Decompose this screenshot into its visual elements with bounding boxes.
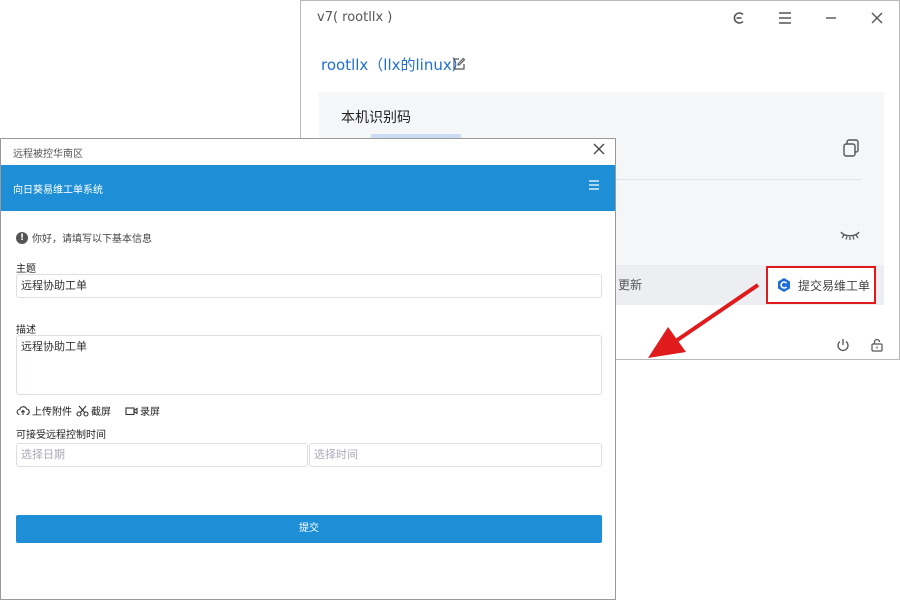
upload-label: 上传附件 [32,407,72,418]
update-label[interactable]: 更新 [618,276,642,293]
device-id-label: 本机识别码 [341,110,411,126]
scissors-icon [76,405,89,417]
lock-icon[interactable] [870,337,884,352]
submit-ticket-label: 提交易维工单 [798,278,871,293]
power-icon[interactable] [836,337,850,352]
screenshot-label: 截屏 [91,407,111,418]
description-value: 远程协助工单 [21,340,87,353]
description-label: 描述 [16,325,36,336]
close-icon[interactable] [865,6,889,30]
submit-ticket-button[interactable]: 提交易维工单 [766,266,876,304]
description-textarea[interactable]: 远程协助工单 [16,335,602,395]
subject-value: 远程协助工单 [21,279,87,292]
subject-label: 主题 [16,264,36,275]
record-label: 录屏 [140,407,160,418]
cloud-upload-icon [16,406,30,416]
app-header: 向日葵易维工单系统 [1,165,615,211]
copy-icon[interactable] [841,138,861,158]
time-picker[interactable]: 选择时间 [309,443,602,467]
upload-attachment-button[interactable]: 上传附件 [16,403,72,418]
record-screen-button[interactable]: 录屏 [125,403,160,418]
exclamation-icon: ! [16,231,28,244]
minimize-icon[interactable] [819,6,843,30]
video-camera-icon [125,406,138,415]
form-notice: ! 你好，请填写以下基本信息 [16,230,152,245]
submit-button[interactable]: 提交 [16,515,602,543]
subject-input[interactable]: 远程协助工单 [16,274,602,298]
edit-icon[interactable] [452,56,468,72]
hamburger-menu-icon[interactable] [773,6,797,30]
time-label: 可接受远程控制时间 [16,430,106,441]
app-title: 向日葵易维工单系统 [13,185,103,196]
e-icon[interactable] [727,6,751,30]
date-placeholder: 选择日期 [21,448,65,461]
ticket-form-window: 远程被控华南区 向日葵易维工单系统 ! 你好，请填写以下基本信息 主题 远程协助… [0,138,616,600]
hamburger-menu-icon[interactable] [587,180,601,194]
time-placeholder: 选择时间 [314,448,358,461]
close-icon[interactable] [591,143,607,159]
window-title: v7( rootllx ) [317,10,393,25]
date-picker[interactable]: 选择日期 [16,443,308,467]
screenshot-button[interactable]: 截屏 [76,403,111,418]
host-name: rootllx（llx的linux） [321,56,467,74]
window-title: 远程被控华南区 [13,149,83,160]
yiwei-logo-icon [778,278,790,292]
notice-text: 你好，请填写以下基本信息 [32,234,152,245]
eye-closed-icon[interactable] [839,228,861,242]
